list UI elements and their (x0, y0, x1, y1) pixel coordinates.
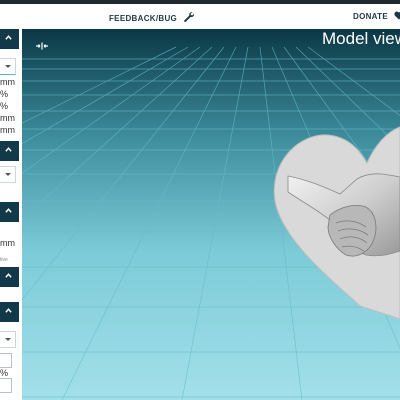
feedback-label: FEEDBACK/BUG (109, 13, 178, 23)
chevron-up-icon (5, 35, 12, 40)
number-input[interactable] (0, 353, 12, 368)
unit-label: % (0, 368, 9, 378)
collapse-arrows-icon[interactable] (36, 37, 48, 55)
dropdown-arrow-icon (5, 65, 11, 68)
section-header-4[interactable] (0, 267, 19, 287)
chevron-up-icon (5, 308, 12, 313)
chevron-up-icon (5, 208, 12, 213)
top-bar: FEEDBACK/BUG DONATE (0, 4, 400, 29)
dropdown-arrow-icon (5, 173, 11, 176)
viewport-title: Model view (322, 29, 400, 48)
dropdown-3[interactable] (0, 331, 16, 348)
dropdown-2[interactable] (0, 166, 16, 183)
dropdown-arrow-icon (5, 338, 11, 341)
donate-label: DONATE (353, 12, 388, 21)
wrench-icon (183, 11, 195, 25)
chevron-up-icon (5, 147, 12, 152)
model-viewport[interactable]: Model view (22, 29, 400, 400)
unit-label: mm (0, 238, 15, 248)
section-header-2[interactable] (0, 141, 19, 161)
scene-canvas (22, 29, 400, 400)
donate-link[interactable]: DONATE (353, 11, 400, 22)
unit-label: % (0, 101, 9, 111)
settings-sidebar: mm % % mm mm mm tive % (0, 29, 22, 400)
section-header-5[interactable] (0, 302, 19, 322)
unit-label: mm (0, 77, 15, 87)
unit-label: mm (0, 125, 15, 135)
chevron-up-icon (5, 273, 12, 278)
feedback-link[interactable]: FEEDBACK/BUG (109, 11, 195, 25)
section-header-3[interactable] (0, 202, 19, 222)
tiny-label: tive (0, 257, 8, 263)
dropdown-1[interactable] (0, 58, 16, 75)
section-header-1[interactable] (0, 29, 19, 49)
unit-label: % (0, 89, 9, 99)
heart-icon (394, 11, 400, 22)
number-input[interactable] (0, 378, 12, 393)
unit-label: mm (0, 113, 15, 123)
